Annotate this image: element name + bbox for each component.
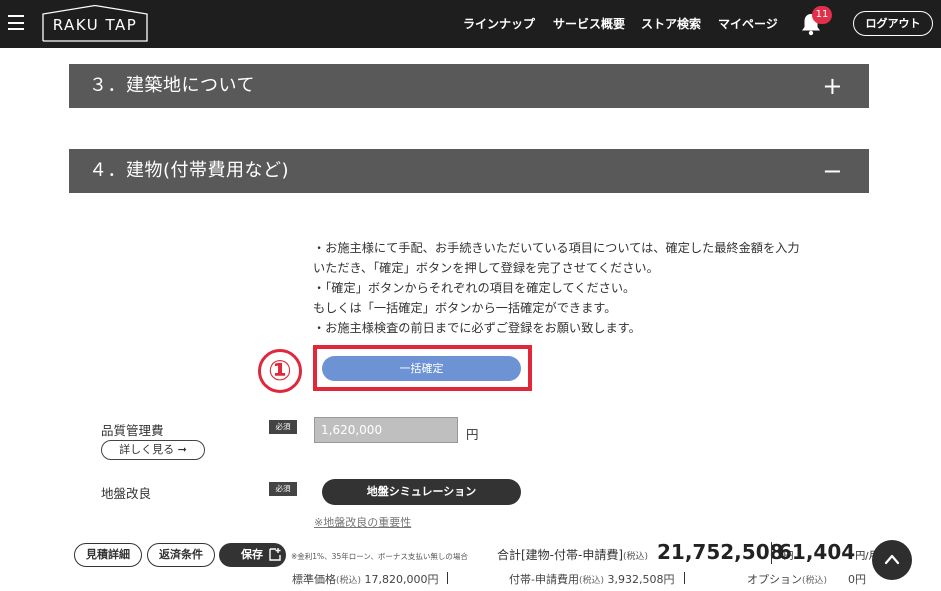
section-3-building-site[interactable]: ３．建築地について + <box>69 64 869 108</box>
nav-service-overview[interactable]: サービス概要 <box>553 15 625 32</box>
section-3-title: ３．建築地について <box>89 75 255 96</box>
required-badge: 必須 <box>269 482 297 496</box>
save-label: 保存 <box>241 548 263 561</box>
option-cost-value: 0円 <box>848 573 866 586</box>
ground-improvement-importance-link[interactable]: ※地盤改良の重要性 <box>314 514 411 530</box>
save-document-icon <box>269 548 281 561</box>
quality-management-fee-label: 品質管理費 <box>101 423 164 438</box>
logo[interactable]: RAKU TAP <box>42 4 148 42</box>
total-amount-value: 21,752,508 <box>657 540 784 564</box>
divider <box>771 542 772 564</box>
total-label: 合計[建物-付帯-申請費](税込) <box>497 546 648 563</box>
bulk-confirm-button[interactable]: 一括確定 <box>322 356 521 381</box>
note-line: もしくは「一括確定」ボタンから一括確定ができます。 <box>313 301 617 315</box>
nav-lineup[interactable]: ラインナップ <box>463 15 535 32</box>
incidental-cost-label: 付帯-申請費用 <box>509 573 579 586</box>
monthly-payment: 61,404円/月 <box>778 540 879 564</box>
tax-included: (税込) <box>802 576 828 586</box>
note-line: ・お施主様にて手配、お手続きいただいている項目については、確定した最終金額を入力 <box>313 241 800 255</box>
total-amount: 21,752,508円 <box>657 540 794 564</box>
hamburger-menu-icon[interactable] <box>8 15 24 30</box>
save-button[interactable]: 保存 <box>219 543 286 567</box>
logo-text: RAKU TAP <box>52 16 138 34</box>
monthly-payment-value: 61,404 <box>778 540 856 564</box>
divider <box>447 572 448 584</box>
instruction-notes: ・お施主様にて手配、お手続きいただいている項目については、確定した最終金額を入力… <box>313 238 853 338</box>
notification-badge: 11 <box>812 6 832 24</box>
standard-price-value: 17,820,000円 <box>364 573 439 586</box>
estimate-detail-button[interactable]: 見積詳細 <box>74 543 142 567</box>
incidental-cost-value: 3,932,508円 <box>607 573 675 586</box>
quality-management-fee-input[interactable]: 1,620,000 <box>314 417 458 443</box>
expand-plus-icon[interactable]: + <box>822 64 843 108</box>
nav-mypage[interactable]: マイページ <box>718 15 778 32</box>
divider <box>684 572 685 584</box>
yen-unit: 円 <box>466 427 479 442</box>
note-line: いただき、「確定」ボタンを押して登録を完了させてください。 <box>313 261 659 275</box>
tax-included: (税込) <box>578 576 605 586</box>
logout-button[interactable]: ログアウト <box>853 11 933 36</box>
collapse-minus-icon[interactable]: − <box>822 149 843 193</box>
ground-improvement-label: 地盤改良 <box>101 486 152 501</box>
see-details-button[interactable]: 詳しく見る ➞ <box>101 440 205 460</box>
scroll-to-top-button[interactable] <box>872 540 912 580</box>
chevron-up-icon <box>884 554 900 565</box>
annotation-number-text: ① <box>268 354 292 387</box>
ground-simulation-button[interactable]: 地盤シミュレーション <box>322 479 521 505</box>
tax-included: (税込) <box>336 576 362 586</box>
loan-condition-note: ※金利1%、35年ローン、ボーナス支払い無しの場合 <box>291 552 468 561</box>
standard-price-label: 標準価格 <box>292 573 336 586</box>
note-line: ・お施主様検査の前日までに必ずご登録をお願い致します。 <box>313 321 641 335</box>
note-line: ・「確定」ボタンからそれぞれの項目を確定してください。 <box>313 281 636 295</box>
incidental-cost: 付帯-申請費用(税込) 3,932,508円 <box>509 571 675 587</box>
total-label-text: 合計[建物-付帯-申請費] <box>497 548 624 562</box>
repayment-terms-button[interactable]: 返済条件 <box>147 543 215 567</box>
option-cost: オプション(税込) <box>747 571 827 587</box>
section-4-title: ４．建物(付帯費用など) <box>89 160 290 181</box>
top-header: RAKU TAP ラインナップ サービス概要 ストア検索 マイページ 11 ログ… <box>0 0 941 48</box>
section-4-building[interactable]: ４．建物(付帯費用など) − <box>69 149 869 193</box>
option-cost-label: オプション <box>747 573 802 586</box>
required-badge: 必須 <box>269 420 297 434</box>
nav-store-search[interactable]: ストア検索 <box>641 15 701 32</box>
tax-included: (税込) <box>623 552 649 562</box>
annotation-circle-number: ① <box>258 349 302 393</box>
standard-price: 標準価格(税込) 17,820,000円 <box>292 571 439 587</box>
